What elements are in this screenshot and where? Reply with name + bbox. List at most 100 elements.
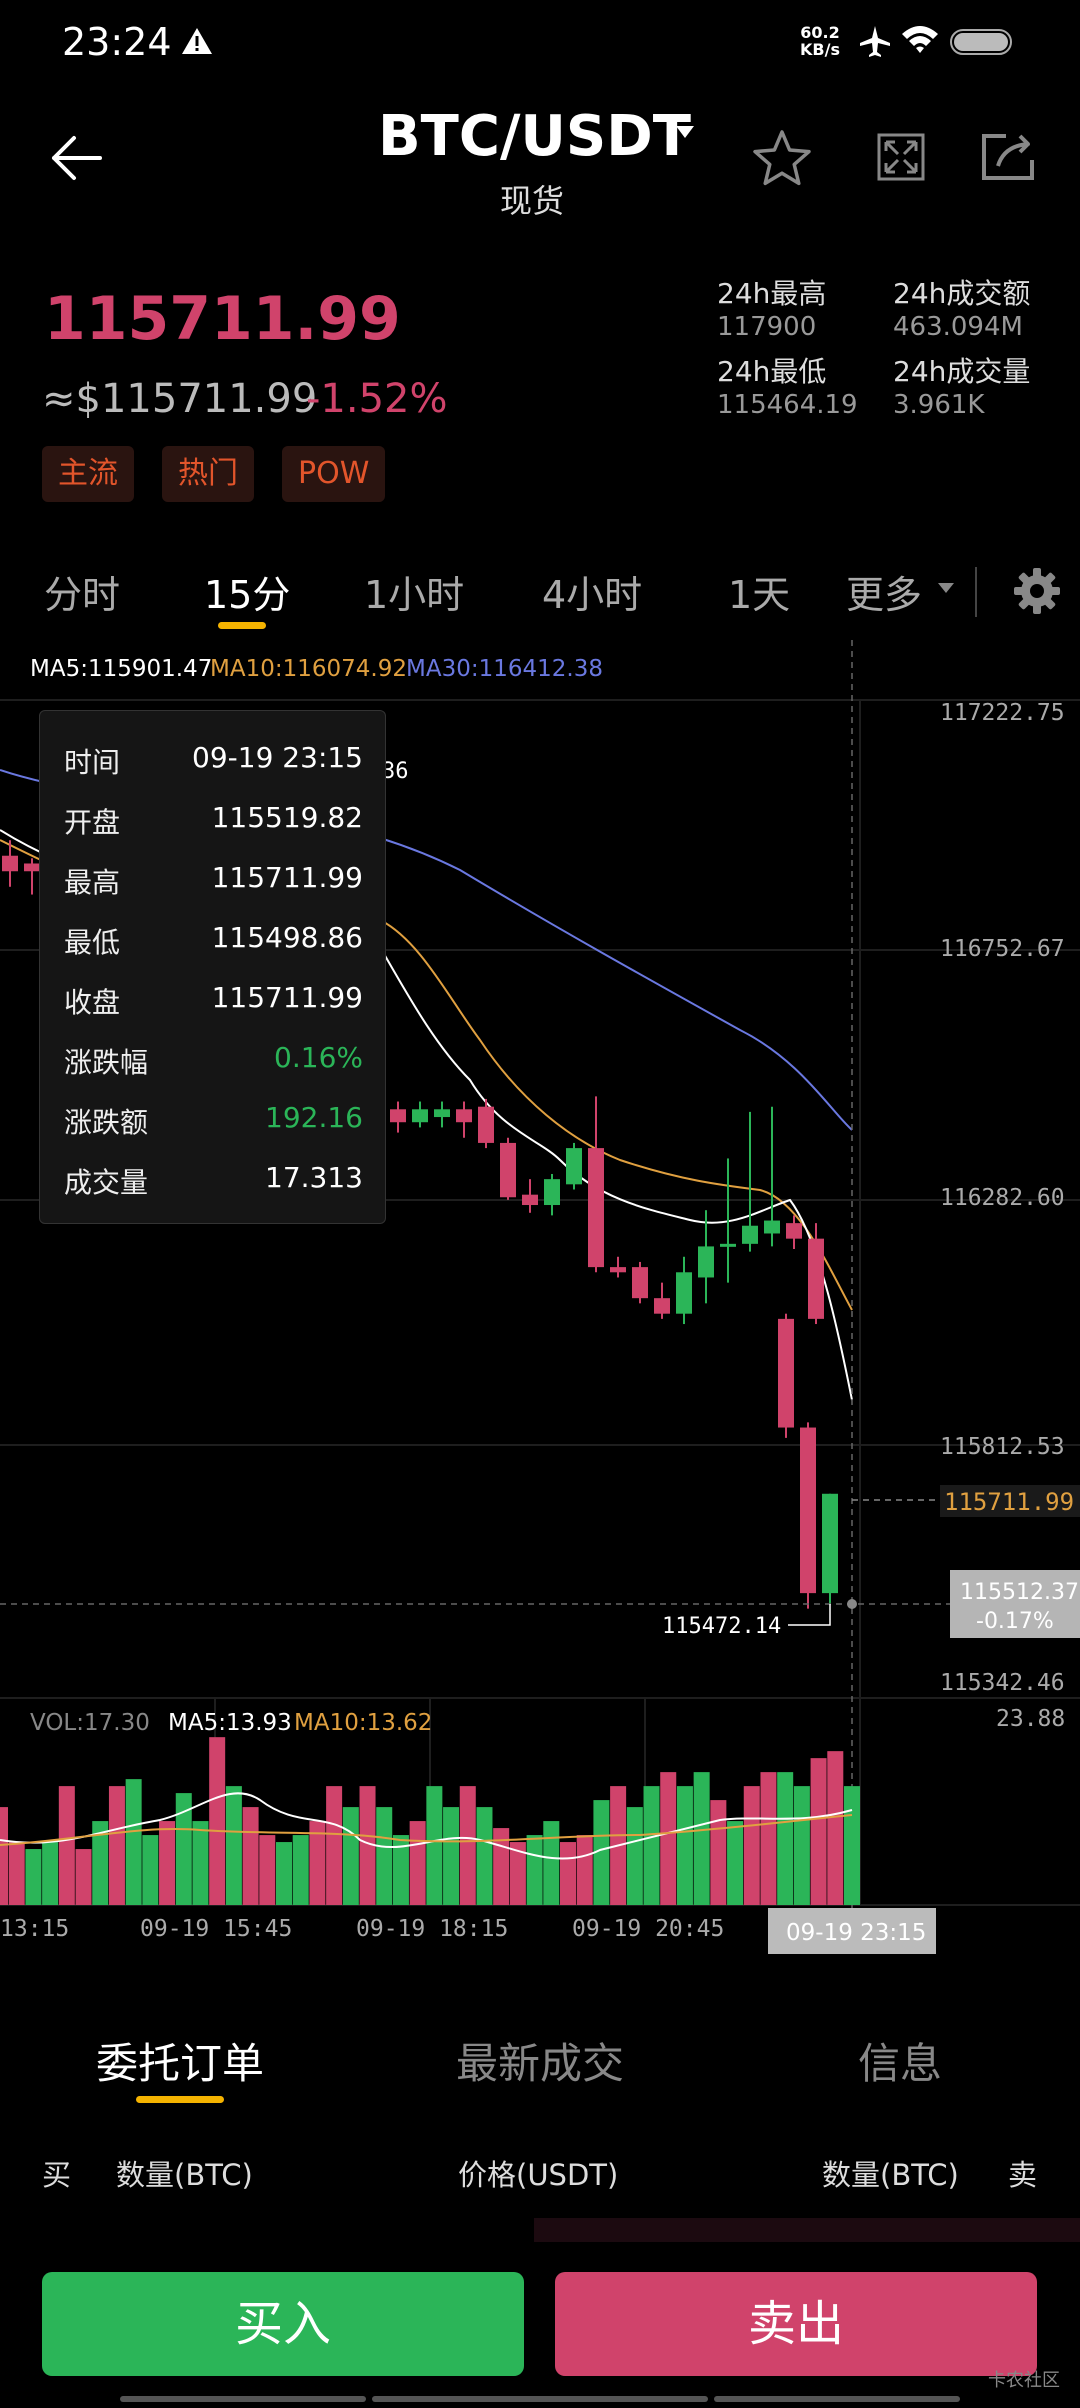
bottom-tab-indicator xyxy=(136,2096,224,2103)
sell-button[interactable]: 卖出 xyxy=(555,2272,1037,2376)
fullscreen-icon[interactable] xyxy=(876,132,926,182)
tooltip-change-pct: 涨跌幅 0.16% xyxy=(64,1041,363,1079)
volume-bar xyxy=(543,1821,560,1905)
volume-bar xyxy=(225,1786,242,1905)
volume-bar xyxy=(209,1737,226,1905)
tooltip-time: 时间 09-19 23:15 xyxy=(64,741,363,779)
tooltip-close: 收盘 115711.99 xyxy=(64,981,363,1019)
back-arrow-icon[interactable] xyxy=(46,128,106,188)
candle-body xyxy=(2,855,18,872)
candle-body xyxy=(456,1109,472,1123)
candle-body xyxy=(676,1272,692,1314)
gear-icon[interactable] xyxy=(1012,566,1062,616)
col-price: 价格(USDT) xyxy=(458,2158,619,2192)
volume-bar xyxy=(777,1772,794,1905)
time-tick-1: 13:15 xyxy=(0,1916,69,1942)
volume-bar xyxy=(108,1786,125,1905)
battery-icon xyxy=(950,29,1012,55)
tag-hot[interactable]: 热门 xyxy=(162,446,254,502)
stat-turnover-label: 24h成交额 xyxy=(893,277,1031,310)
tab-latest-trades[interactable]: 最新成交 xyxy=(456,2030,624,2091)
volume-bar xyxy=(276,1842,292,1905)
candle-body xyxy=(778,1318,794,1428)
candle-body xyxy=(588,1148,604,1268)
col-buy: 买 xyxy=(42,2158,72,2192)
change-percent: -1.52% xyxy=(306,376,448,422)
tab-1h[interactable]: 1小时 xyxy=(364,564,464,619)
candle-body xyxy=(654,1298,670,1314)
last-price: 115711.99 xyxy=(44,284,401,354)
tab-orders[interactable]: 委托订单 xyxy=(96,2030,264,2091)
candle-body xyxy=(610,1267,626,1273)
tab-timeline[interactable]: 分时 xyxy=(44,564,120,619)
last-price-axis-label: 115711.99 xyxy=(944,1488,1074,1516)
tab-info[interactable]: 信息 xyxy=(858,2030,942,2091)
tab-more[interactable]: 更多 xyxy=(846,564,922,619)
volume-bar xyxy=(259,1835,276,1905)
volume-bar xyxy=(376,1807,393,1905)
volume-bar xyxy=(8,1842,25,1905)
volume-bar xyxy=(760,1772,777,1905)
gesture-bar-center xyxy=(372,2396,708,2402)
tab-4h[interactable]: 4小时 xyxy=(542,564,642,619)
tag-mainstream[interactable]: 主流 xyxy=(42,446,134,502)
status-time: 23:24 xyxy=(62,20,172,64)
stat-turnover-value: 463.094M xyxy=(893,312,1023,342)
volume-bar xyxy=(710,1800,727,1905)
candle-body xyxy=(390,1109,406,1123)
stat-low-label: 24h最低 xyxy=(717,355,827,388)
tab-15m[interactable]: 15分 xyxy=(204,564,290,619)
price-tick-3: 116282.60 xyxy=(940,1185,1065,1211)
low-marker: 115472.14 xyxy=(662,1614,781,1639)
volume-bar xyxy=(0,1807,8,1905)
tab-1d[interactable]: 1天 xyxy=(728,564,790,619)
tooltip-change-amt: 涨跌额 192.16 xyxy=(64,1101,363,1139)
stat-volume-value: 3.961K xyxy=(893,390,985,420)
airplane-icon xyxy=(860,26,890,57)
volume-bar xyxy=(192,1821,209,1905)
time-tick-4: 09-19 20:45 xyxy=(572,1916,724,1942)
price-tick-1: 117222.75 xyxy=(940,700,1065,726)
volume-bar xyxy=(443,1807,460,1905)
tag-pow[interactable]: POW xyxy=(282,446,386,502)
candle-body xyxy=(720,1243,736,1247)
candle-body xyxy=(478,1106,494,1143)
col-sell-qty: 数量(BTC) xyxy=(822,2158,959,2192)
star-icon[interactable] xyxy=(752,128,812,188)
market-type: 现货 xyxy=(500,182,565,220)
volume-bar xyxy=(844,1786,860,1905)
stat-high-label: 24h最高 xyxy=(717,277,827,310)
more-caret-icon[interactable] xyxy=(937,582,955,594)
candle-body xyxy=(544,1179,560,1206)
volume-bar xyxy=(727,1821,744,1905)
volume-bar xyxy=(426,1786,443,1905)
volume-bar xyxy=(292,1835,309,1905)
net-speed: 60.2 KB/s xyxy=(800,23,840,59)
volume-bar xyxy=(476,1807,493,1905)
price-tick-4: 115812.53 xyxy=(940,1434,1065,1460)
volume-bar xyxy=(42,1842,59,1905)
stat-low-value: 115464.19 xyxy=(717,390,858,420)
pair-title[interactable]: BTC/USDT xyxy=(378,104,691,169)
candle-body xyxy=(24,863,40,872)
volume-bar xyxy=(459,1786,476,1905)
tooltip-volume: 成交量 17.313 xyxy=(64,1161,363,1199)
candle-body xyxy=(822,1493,838,1594)
volume-bar xyxy=(326,1786,343,1905)
col-sell: 卖 xyxy=(1008,2158,1038,2192)
tab-active-indicator xyxy=(218,622,266,629)
buy-button[interactable]: 买入 xyxy=(42,2272,524,2376)
volume-bar xyxy=(810,1758,827,1905)
candle-body xyxy=(500,1142,516,1198)
volume-bar xyxy=(660,1772,677,1905)
volume-bar xyxy=(526,1835,543,1905)
volume-bar xyxy=(643,1786,660,1905)
volume-bar xyxy=(560,1842,576,1905)
candle-body xyxy=(764,1220,780,1234)
volume-bar xyxy=(693,1772,710,1905)
caret-down-icon[interactable] xyxy=(674,124,696,140)
volume-bar xyxy=(25,1849,42,1905)
share-icon[interactable] xyxy=(980,130,1040,182)
warning-icon xyxy=(182,28,212,54)
candle-body xyxy=(808,1238,824,1319)
